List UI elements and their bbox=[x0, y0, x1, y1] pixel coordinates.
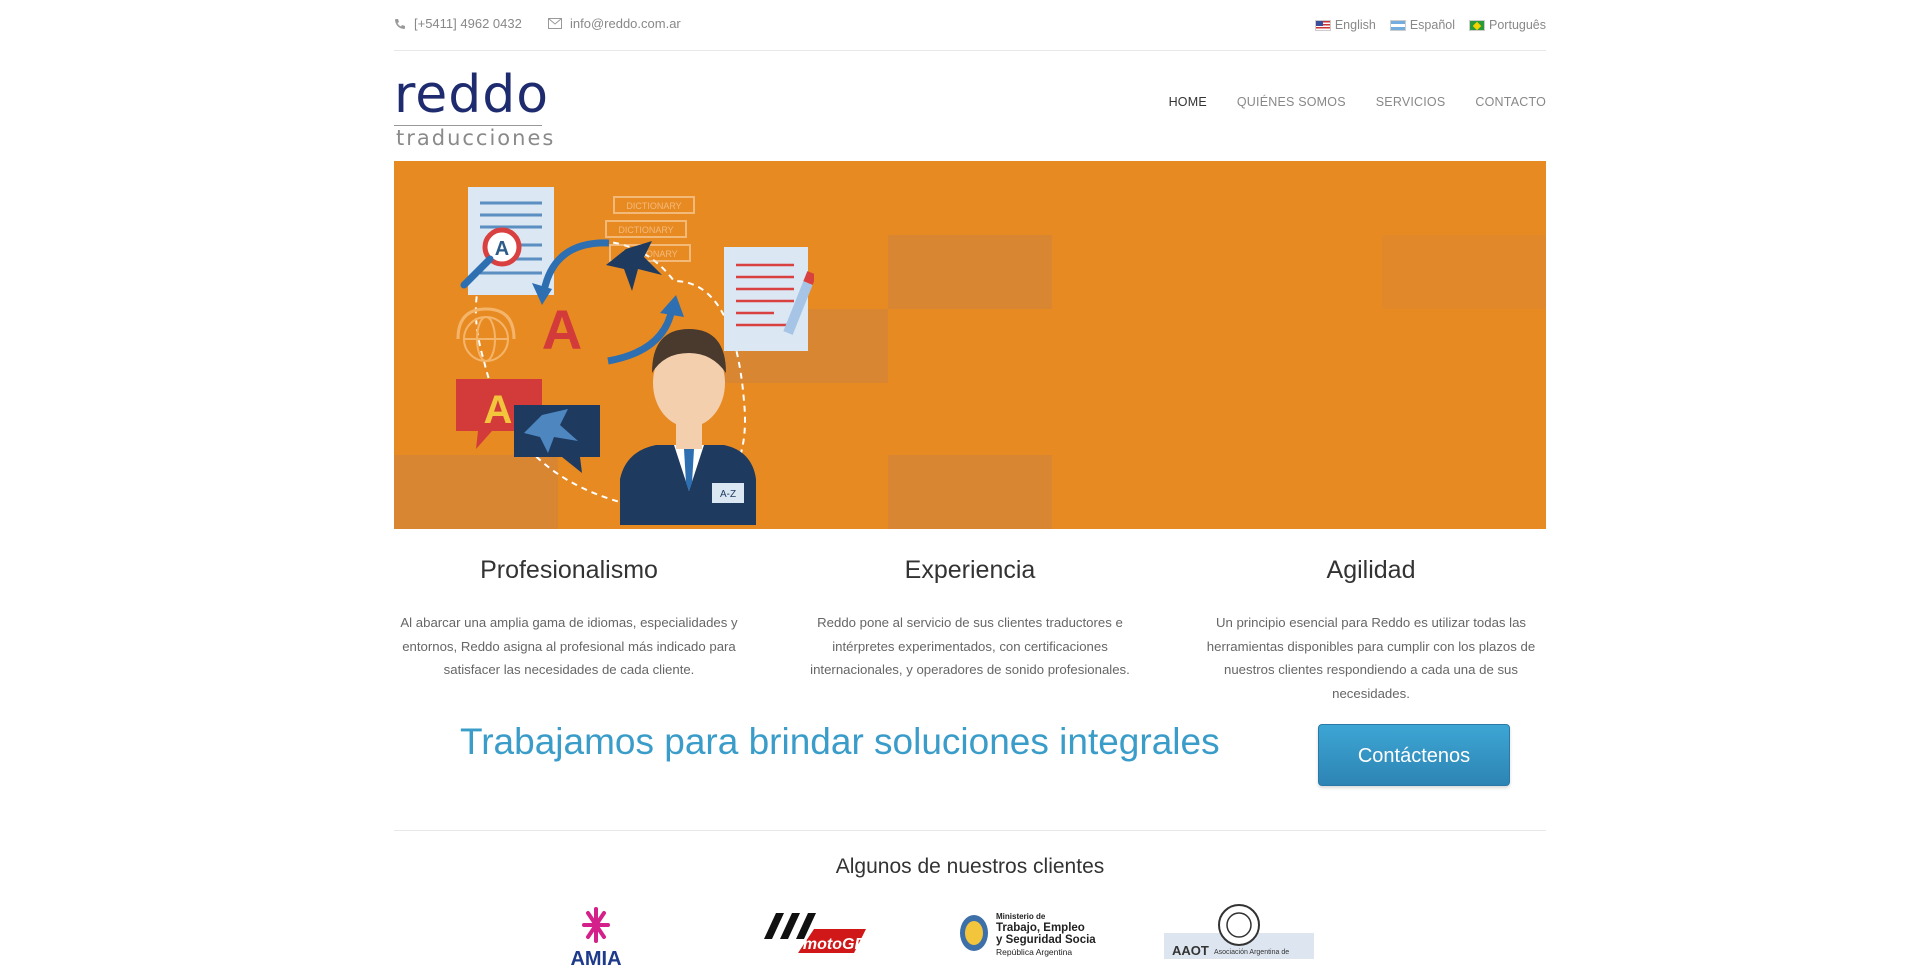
reddo-logo[interactable]: reddo traducciones bbox=[394, 65, 556, 150]
features-section: Profesionalismo Al abarcar una amplia ga… bbox=[394, 555, 1546, 705]
cta-section: Trabajamos para brindar soluciones integ… bbox=[394, 705, 1546, 830]
language-selector: English Español Português bbox=[1314, 18, 1546, 32]
logo-tagline: traducciones bbox=[396, 126, 556, 150]
svg-text:Asociación Argentina de: Asociación Argentina de bbox=[1214, 949, 1289, 956]
motogp-logo[interactable]: motoGP bbox=[758, 909, 878, 959]
svg-text:AAOT: AAOT bbox=[1172, 943, 1209, 958]
amia-logo[interactable]: AMIA bbox=[566, 907, 646, 967]
nav-servicios[interactable]: SERVICIOS bbox=[1376, 95, 1446, 109]
svg-text:A: A bbox=[484, 388, 513, 432]
svg-text:y Seguridad Social: y Seguridad Social bbox=[996, 934, 1096, 946]
feature-profesionalismo: Profesionalismo Al abarcar una amplia ga… bbox=[394, 555, 744, 705]
svg-text:motoGP: motoGP bbox=[803, 936, 866, 953]
nav-home[interactable]: HOME bbox=[1169, 95, 1207, 109]
feature-title: Profesionalismo bbox=[480, 556, 658, 584]
svg-text:DICTIONARY: DICTIONARY bbox=[626, 201, 681, 211]
phone-icon bbox=[394, 18, 406, 30]
email-contact[interactable]: info@reddo.com.ar bbox=[548, 16, 681, 31]
cta-heading: Trabajamos para brindar soluciones integ… bbox=[460, 721, 1220, 762]
phone-contact: [+5411] 4962 0432 bbox=[394, 16, 522, 31]
site-header: reddo traducciones HOME QUIÉNES SOMOS SE… bbox=[394, 51, 1546, 161]
clients-logos: AMIA motoGP Ministerio de Trabajo, Emple… bbox=[394, 879, 1546, 967]
envelope-icon bbox=[548, 18, 562, 29]
feature-title: Agilidad bbox=[1326, 556, 1416, 584]
lang-portugues[interactable]: Português bbox=[1469, 18, 1546, 32]
argentina-flag-icon bbox=[1389, 19, 1406, 31]
section-divider bbox=[394, 830, 1546, 831]
feature-agilidad: Agilidad Un principio esencial para Redd… bbox=[1196, 555, 1546, 705]
svg-text:A: A bbox=[495, 238, 509, 260]
phone-number: [+5411] 4962 0432 bbox=[414, 16, 522, 31]
contact-button[interactable]: Contáctenos bbox=[1318, 724, 1510, 786]
feature-text: Un principio esencial para Reddo es util… bbox=[1206, 615, 1536, 701]
feature-experiencia: Experiencia Reddo pone al servicio de su… bbox=[795, 555, 1145, 705]
svg-text:AMIA: AMIA bbox=[570, 948, 621, 967]
svg-text:A: A bbox=[542, 298, 582, 361]
svg-text:DICTIONARY: DICTIONARY bbox=[618, 225, 673, 235]
logo-wordmark: reddo bbox=[394, 65, 550, 125]
svg-text:A-Z: A-Z bbox=[720, 489, 736, 500]
brazil-flag-icon bbox=[1469, 19, 1486, 31]
banner-square bbox=[888, 235, 1052, 309]
lang-espanol[interactable]: Español bbox=[1389, 18, 1456, 32]
svg-text:República Argentina: República Argentina bbox=[996, 947, 1072, 957]
nav-quienes-somos[interactable]: QUIÉNES SOMOS bbox=[1237, 95, 1346, 109]
svg-text:Trabajo, Empleo: Trabajo, Empleo bbox=[996, 922, 1085, 934]
nav-contacto[interactable]: CONTACTO bbox=[1475, 95, 1546, 109]
banner-square bbox=[1382, 235, 1546, 309]
lang-portugues-label: Português bbox=[1489, 18, 1546, 32]
email-address[interactable]: info@reddo.com.ar bbox=[570, 16, 681, 31]
ministerio-trabajo-logo[interactable]: Ministerio de Trabajo, Empleo y Segurida… bbox=[956, 907, 1096, 959]
feature-text: Al abarcar una amplia gama de idiomas, e… bbox=[400, 615, 738, 677]
aaot-logo[interactable]: AAOT Asociación Argentina de bbox=[1164, 903, 1314, 959]
lang-english-label: English bbox=[1334, 18, 1376, 32]
svg-text:Ministerio de: Ministerio de bbox=[996, 912, 1046, 921]
main-nav: HOME QUIÉNES SOMOS SERVICIOS CONTACTO bbox=[1169, 95, 1546, 109]
hero-banner: A DICTIONARY DICTIONARY DICTIONARY A A A… bbox=[394, 161, 1546, 529]
feature-text: Reddo pone al servicio de sus clientes t… bbox=[810, 615, 1130, 677]
lang-english[interactable]: English bbox=[1314, 18, 1376, 32]
top-bar: [+5411] 4962 0432 info@reddo.com.ar Engl… bbox=[394, 0, 1546, 51]
lang-espanol-label: Español bbox=[1409, 18, 1456, 32]
us-flag-icon bbox=[1314, 19, 1331, 31]
clients-heading: Algunos de nuestros clientes bbox=[835, 855, 1105, 878]
translation-illustration: A DICTIONARY DICTIONARY DICTIONARY A A A… bbox=[456, 187, 814, 525]
banner-square bbox=[888, 455, 1052, 529]
feature-title: Experiencia bbox=[904, 556, 1036, 584]
